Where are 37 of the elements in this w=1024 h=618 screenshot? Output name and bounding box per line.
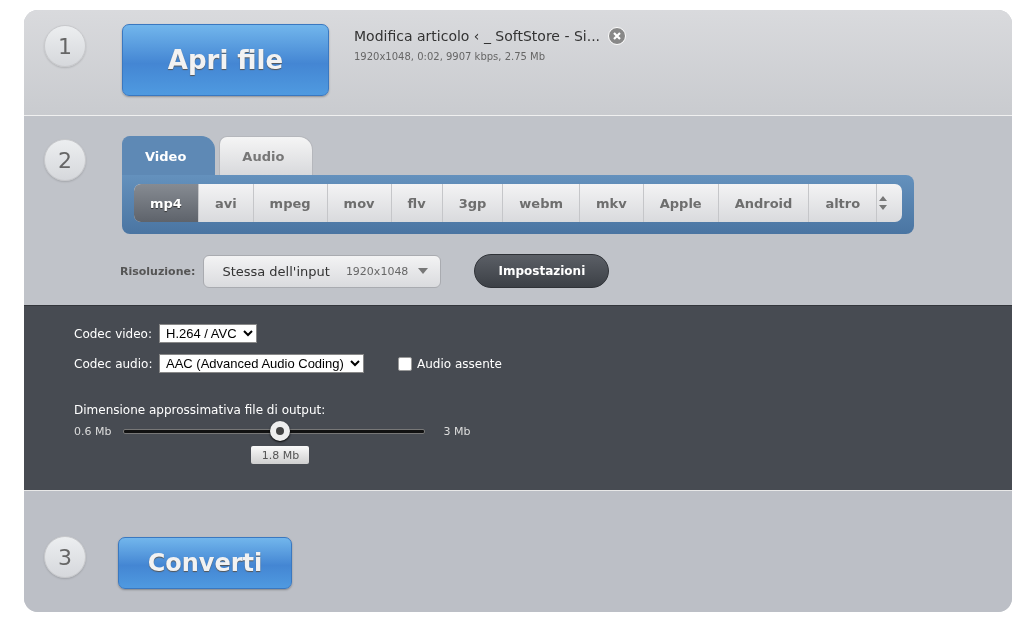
size-label: Dimensione approssimativa file di output:	[74, 403, 327, 417]
format-button[interactable]: flv	[391, 184, 443, 222]
tab[interactable]: Video	[122, 136, 216, 175]
step-number: 3	[44, 536, 86, 578]
resolution-dropdown[interactable]: Stessa dell'input 1920x1048	[203, 254, 442, 288]
format-button[interactable]: mkv	[580, 184, 644, 222]
slider-thumb[interactable]	[270, 421, 291, 441]
value-tooltip: 1.8 Mb	[251, 446, 310, 464]
format-button[interactable]: avi	[198, 184, 254, 222]
audio-codec-select[interactable]: AAC (Advanced Audio Coding)	[159, 354, 364, 373]
codec-label: Codec video:	[74, 326, 153, 341]
file-name: Modifica articolo ‹ _ SoftStore - Si...	[354, 28, 601, 44]
up-down-arrows-icon	[878, 195, 888, 211]
format-button[interactable]: Android	[718, 184, 810, 222]
format-button[interactable]: mp4	[134, 184, 199, 222]
format-button[interactable]: 3gp	[442, 184, 504, 222]
max-label: 3 Mb	[443, 425, 471, 438]
caret-icon	[418, 268, 429, 274]
close-icon[interactable]	[608, 27, 627, 45]
file-details: 1920x1048, 0:02, 9907 kbps, 2.75 Mb	[354, 51, 547, 62]
format-button[interactable]: altro	[809, 184, 878, 222]
settings-button[interactable]: Impostazioni	[474, 254, 610, 288]
open-file-button[interactable]: Apri file	[122, 24, 329, 96]
step-number: 1	[44, 25, 86, 67]
min-label: 0.6 Mb	[74, 425, 112, 438]
step-number: 2	[44, 139, 86, 181]
format-button[interactable]: Apple	[643, 184, 719, 222]
format-button[interactable]: mov	[327, 184, 392, 222]
video-codec-select[interactable]: H.264 / AVC	[159, 324, 257, 343]
checkbox-label: Audio assente	[417, 356, 502, 371]
format-button[interactable]: mpeg	[253, 184, 328, 222]
tab[interactable]: Audio	[219, 136, 314, 175]
resolution-label: Risoluzione:	[120, 264, 196, 278]
convert-button[interactable]: Converti	[118, 537, 292, 589]
codec-label: Codec audio:	[74, 356, 154, 371]
format-button[interactable]: webm	[503, 184, 581, 222]
checkbox[interactable]	[398, 356, 412, 371]
